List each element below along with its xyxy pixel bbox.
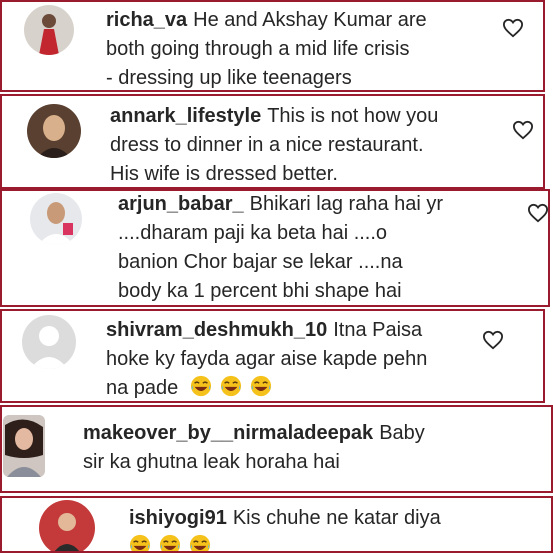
avatar[interactable] — [27, 104, 81, 158]
heart-icon[interactable] — [482, 330, 504, 355]
face-with-tears-of-joy-icon — [250, 375, 272, 397]
comment-text: makeover_by__nirmaladeepak Baby sir ka gh… — [83, 422, 425, 473]
comment-panel-1: richa_va He and Akshay Kumar are both goi… — [0, 0, 545, 92]
avatar[interactable] — [39, 500, 95, 551]
comment-text: richa_va He and Akshay Kumar are both goi… — [106, 9, 427, 89]
comment-panel-3: arjun_babar_ Bhikari lag raha hai yr ....… — [0, 189, 550, 307]
heart-icon[interactable] — [512, 120, 534, 145]
face-with-tears-of-joy-icon — [129, 534, 151, 551]
face-with-tears-of-joy-icon — [189, 534, 211, 551]
avatar[interactable] — [24, 5, 74, 55]
comment-text: arjun_babar_ Bhikari lag raha hai yr ....… — [118, 193, 444, 302]
comment-username[interactable]: makeover_by__nirmaladeepak — [83, 422, 373, 444]
comment-username[interactable]: annark_lifestyle — [110, 105, 261, 127]
face-with-tears-of-joy-icon — [220, 375, 242, 397]
comment-username[interactable]: ishiyogi91 — [129, 507, 227, 529]
face-with-tears-of-joy-icon — [159, 534, 181, 551]
comment-text: shivram_deshmukh_10 Itna Paisa hoke ky fa… — [106, 319, 428, 399]
emoji-group — [129, 534, 219, 551]
emoji-group — [190, 375, 280, 399]
comment-text: annark_lifestyle This is not how you dres… — [110, 105, 439, 185]
face-with-tears-of-joy-icon — [190, 375, 212, 397]
comment-panel-5: makeover_by__nirmaladeepak Baby sir ka gh… — [0, 405, 553, 493]
comment-username[interactable]: shivram_deshmukh_10 — [106, 319, 327, 341]
comment-text: ishiyogi91 Kis chuhe ne katar diya — [129, 504, 529, 551]
heart-icon[interactable] — [527, 203, 548, 228]
comment-panel-6: ishiyogi91 Kis chuhe ne katar diya — [0, 496, 553, 553]
comment-username[interactable]: arjun_babar_ — [118, 193, 244, 215]
comment-panel-2: annark_lifestyle This is not how you dres… — [0, 94, 545, 189]
comment-username[interactable]: richa_va — [106, 9, 187, 31]
avatar[interactable] — [22, 315, 76, 369]
avatar[interactable] — [30, 193, 82, 245]
comment-panel-4: shivram_deshmukh_10 Itna Paisa hoke ky fa… — [0, 309, 545, 403]
heart-icon[interactable] — [502, 18, 524, 43]
avatar[interactable] — [3, 415, 45, 477]
